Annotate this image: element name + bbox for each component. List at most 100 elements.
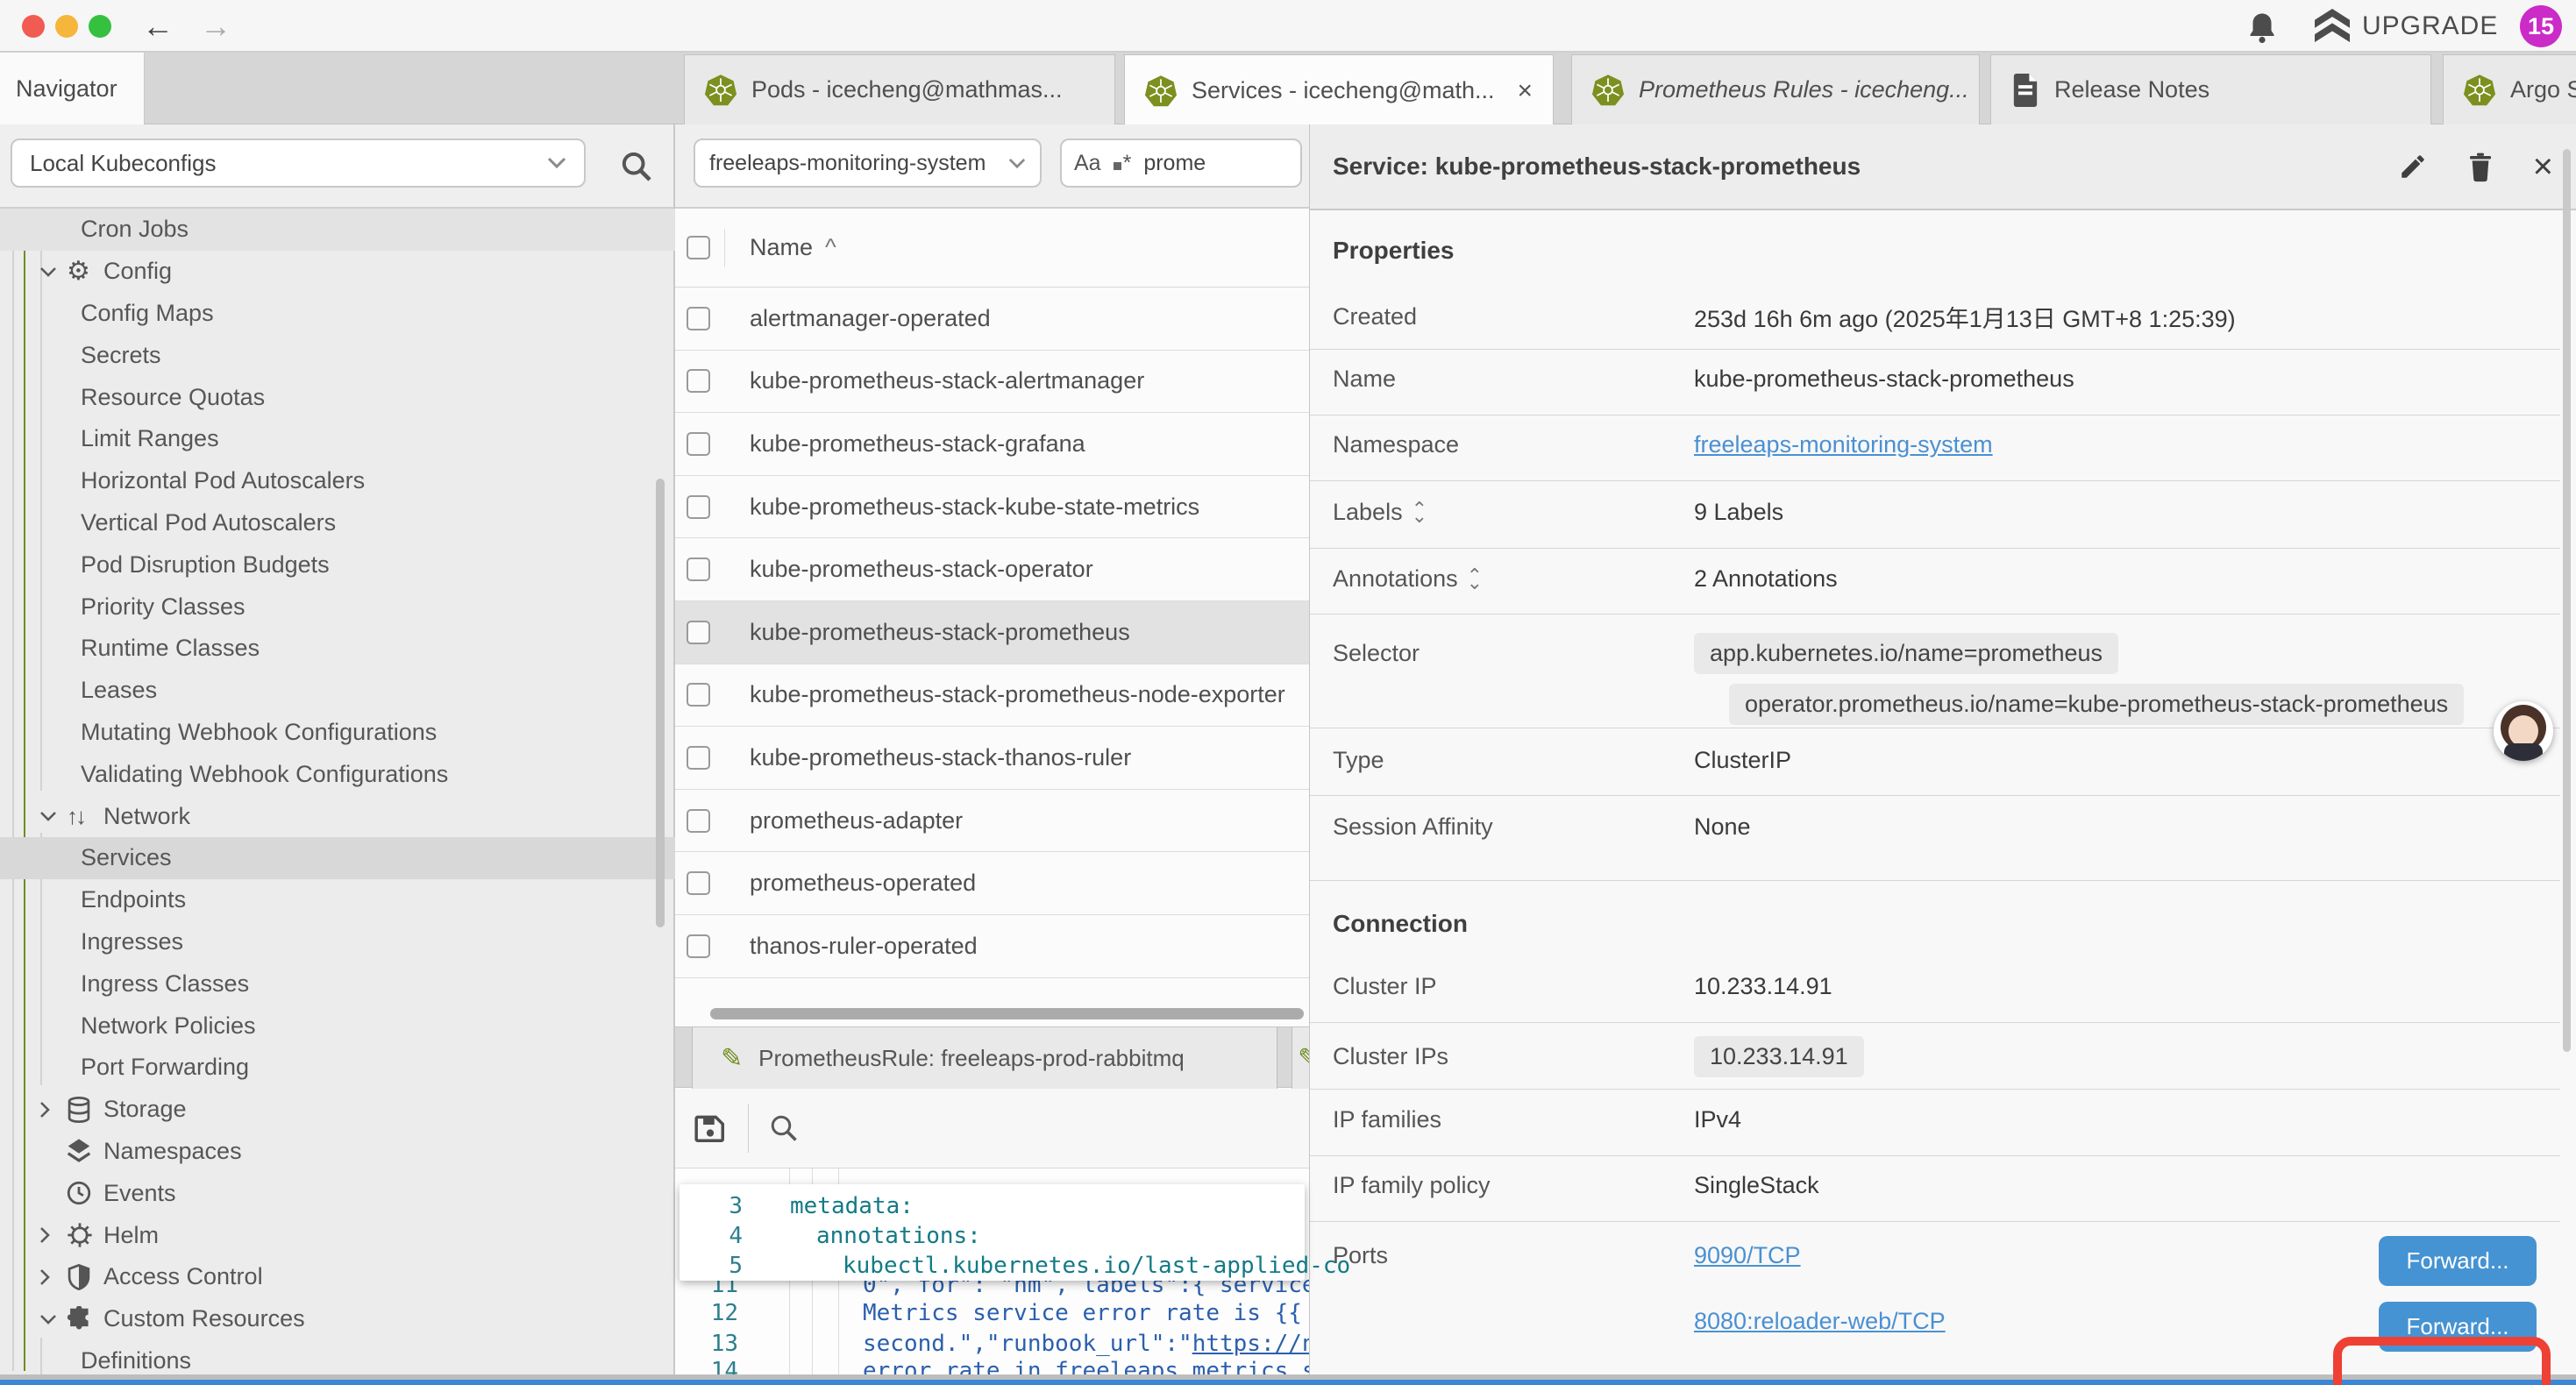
delete-trash-icon[interactable] xyxy=(2466,151,2494,182)
name-column-header[interactable]: Name xyxy=(750,234,813,261)
navigator-tab[interactable]: Navigator xyxy=(0,53,145,124)
back-arrow-icon[interactable]: ← xyxy=(132,7,184,46)
bell-icon[interactable] xyxy=(2246,11,2278,46)
minimize-window-button[interactable] xyxy=(55,15,78,38)
sidebar-item[interactable]: Port Forwarding xyxy=(0,1047,675,1089)
account-badge[interactable]: 15 xyxy=(2520,5,2562,47)
upgrade-button[interactable]: UPGRADE xyxy=(2313,9,2498,44)
table-row[interactable]: kube-prometheus-stack-prometheus xyxy=(675,601,1309,664)
editor-tab-prometheusrule[interactable]: ✎ PrometheusRule: freeleaps-prod-rabbitm… xyxy=(692,1027,1277,1089)
sidebar-item[interactable]: Priority Classes xyxy=(0,586,675,628)
sidebar-item[interactable]: ↑↓ Network xyxy=(0,795,675,837)
sidebar-item[interactable]: Network Policies xyxy=(0,1005,675,1047)
chevron-icon[interactable] xyxy=(39,1100,67,1119)
sidebar-item[interactable]: Endpoints xyxy=(0,879,675,921)
sidebar-item[interactable]: Storage xyxy=(0,1089,675,1131)
tab-release-notes[interactable]: Release Notes xyxy=(1990,54,2431,124)
sidebar-item[interactable]: Horizontal Pod Autoscalers xyxy=(0,460,675,502)
port-link-9090[interactable]: 9090/TCP xyxy=(1694,1242,1801,1269)
sidebar-item[interactable]: Vertical Pod Autoscalers xyxy=(0,502,675,544)
edit-pencil-icon[interactable] xyxy=(2398,152,2428,181)
table-row[interactable]: kube-prometheus-stack-kube-state-metrics xyxy=(675,476,1309,539)
table-row[interactable]: kube-prometheus-stack-alertmanager xyxy=(675,351,1309,414)
close-tab-icon[interactable]: × xyxy=(1518,76,1534,106)
row-checkbox[interactable] xyxy=(687,871,710,895)
row-checkbox[interactable] xyxy=(687,746,710,770)
regex-icon[interactable]: * xyxy=(1114,151,1132,176)
sidebar-item[interactable]: Runtime Classes xyxy=(0,628,675,670)
sidebar-item[interactable]: Helm xyxy=(0,1214,675,1256)
table-row[interactable]: prometheus-adapter xyxy=(675,790,1309,853)
sidebar-item[interactable]: Access Control xyxy=(0,1256,675,1298)
navigator-sidebar: Local Kubeconfigs Cron Jobs xyxy=(0,124,675,1378)
port-link-8080[interactable]: 8080:reloader-web/TCP xyxy=(1694,1308,1946,1335)
select-all-checkbox[interactable] xyxy=(687,236,710,259)
sidebar-item[interactable]: Secrets xyxy=(0,334,675,376)
sort-caret-icon[interactable]: ^ xyxy=(825,234,836,261)
kubeconfig-select[interactable]: Local Kubeconfigs xyxy=(11,138,586,188)
yaml-editor[interactable]: 11 0", for": "hm", labels":{ service": 1… xyxy=(675,1168,1309,1378)
editor-search-icon[interactable] xyxy=(768,1112,800,1144)
sidebar-item[interactable]: Cron Jobs xyxy=(0,209,675,251)
tab-argo[interactable]: Argo Se xyxy=(2443,54,2576,124)
sidebar-item[interactable]: Validating Webhook Configurations xyxy=(0,753,675,795)
namespace-select[interactable]: freeleaps-monitoring-system xyxy=(694,138,1042,188)
sidebar-item[interactable]: Config Maps xyxy=(0,293,675,335)
sidebar-item[interactable]: Custom Resources xyxy=(0,1298,675,1340)
sidebar-item[interactable]: Pod Disruption Budgets xyxy=(0,543,675,586)
table-row[interactable]: kube-prometheus-stack-thanos-ruler xyxy=(675,727,1309,790)
sidebar-scrollbar[interactable] xyxy=(656,479,665,927)
detail-scrollbar[interactable] xyxy=(2563,149,2571,1052)
maximize-window-button[interactable] xyxy=(89,15,111,38)
table-row[interactable]: kube-prometheus-stack-operator xyxy=(675,538,1309,601)
row-checkbox[interactable] xyxy=(687,621,710,644)
sidebar-item[interactable]: Ingress Classes xyxy=(0,962,675,1005)
sidebar-item[interactable]: Events xyxy=(0,1172,675,1214)
table-row[interactable]: thanos-ruler-operated xyxy=(675,915,1309,978)
chevron-icon[interactable] xyxy=(39,1313,67,1325)
sidebar-item[interactable]: Ingresses xyxy=(0,921,675,963)
row-checkbox[interactable] xyxy=(687,683,710,707)
sidebar-item[interactable]: Leases xyxy=(0,670,675,712)
namespace-link[interactable]: freeleaps-monitoring-system xyxy=(1694,431,1993,458)
tab-prometheus-rules[interactable]: Prometheus Rules - icecheng... xyxy=(1571,54,1980,124)
filter-input[interactable] xyxy=(1143,151,1240,176)
search-icon[interactable] xyxy=(619,149,654,184)
chevron-icon[interactable] xyxy=(39,266,67,278)
sidebar-item[interactable]: Namespaces xyxy=(0,1131,675,1173)
table-row[interactable]: prometheus-operated xyxy=(675,852,1309,915)
tab-services[interactable]: Services - icecheng@math... × xyxy=(1124,54,1554,126)
row-checkbox[interactable] xyxy=(687,369,710,393)
chevron-icon[interactable] xyxy=(39,1225,67,1245)
row-checkbox[interactable] xyxy=(687,432,710,456)
row-checkbox[interactable] xyxy=(687,307,710,330)
tab-pods[interactable]: Pods - icecheng@mathmas... xyxy=(684,54,1115,124)
chevron-icon[interactable] xyxy=(39,1268,67,1287)
sidebar-item[interactable]: Services xyxy=(0,837,675,879)
row-checkbox[interactable] xyxy=(687,809,710,833)
row-checkbox[interactable] xyxy=(687,495,710,519)
forward-arrow-icon[interactable]: → xyxy=(189,7,242,46)
table-row[interactable]: kube-prometheus-stack-grafana xyxy=(675,413,1309,476)
forward-button-9090[interactable]: Forward... xyxy=(2379,1236,2537,1286)
table-row[interactable]: kube-prometheus-stack-prometheus-node-ex… xyxy=(675,664,1309,728)
chevron-icon[interactable] xyxy=(39,810,67,822)
avatar[interactable] xyxy=(2494,701,2553,761)
sidebar-item[interactable]: Mutating Webhook Configurations xyxy=(0,712,675,754)
sidebar-item[interactable]: Resource Quotas xyxy=(0,376,675,418)
expand-collapse-icon[interactable]: ⌃⌄ xyxy=(1412,501,1427,525)
horizontal-scrollbar[interactable] xyxy=(710,1008,1304,1019)
sidebar-item[interactable]: ⚙ Config xyxy=(0,251,675,293)
filter-searchbox[interactable]: Aa * xyxy=(1060,138,1302,188)
save-icon[interactable] xyxy=(694,1112,727,1145)
editor-tab-next[interactable]: ✎ xyxy=(1292,1027,1309,1089)
close-window-button[interactable] xyxy=(22,15,45,38)
sidebar-item[interactable]: Definitions xyxy=(0,1340,675,1378)
table-row[interactable]: alertmanager-operated xyxy=(675,288,1309,351)
match-case-icon[interactable]: Aa xyxy=(1074,151,1101,176)
close-panel-icon[interactable]: × xyxy=(2533,147,2553,187)
sidebar-item[interactable]: Limit Ranges xyxy=(0,418,675,460)
row-checkbox[interactable] xyxy=(687,934,710,958)
expand-collapse-icon[interactable]: ⌃⌄ xyxy=(1467,567,1483,592)
row-checkbox[interactable] xyxy=(687,558,710,581)
